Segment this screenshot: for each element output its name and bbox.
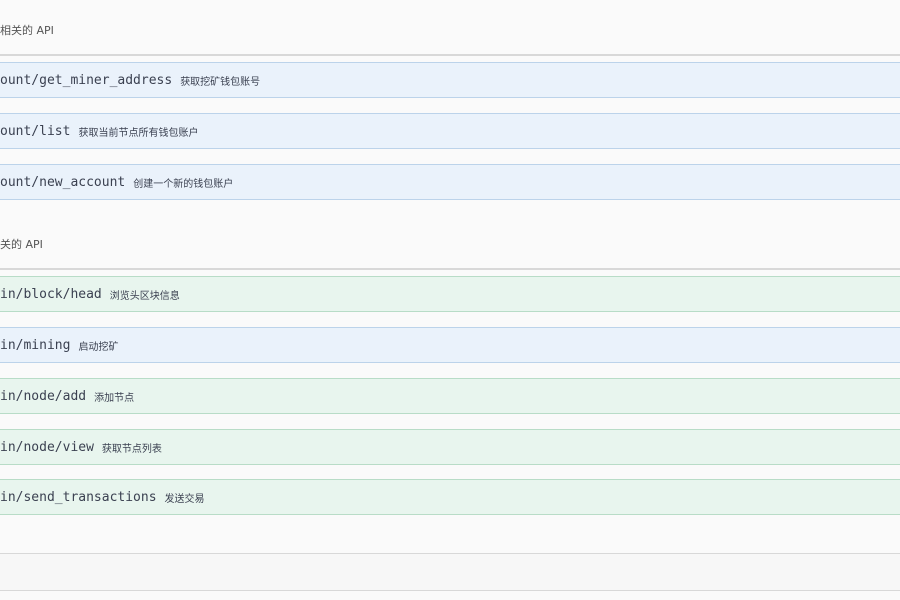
section-title-chain: 关的 API [0, 238, 43, 251]
endpoint-path: ount/list [0, 123, 71, 139]
endpoint-summary: 创建一个新的钱包账户 [133, 178, 234, 190]
endpoint-summary: 获取挖矿钱包账号 [180, 76, 261, 88]
endpoint-summary: 获取当前节点所有钱包账户 [78, 127, 199, 139]
endpoint-summary: 启动挖矿 [78, 341, 119, 353]
section-divider [0, 268, 900, 270]
endpoint-path: ount/get_miner_address [0, 72, 173, 88]
endpoint-node-add[interactable]: in/node/add 添加节点 [0, 378, 900, 414]
endpoint-mining[interactable]: in/mining 启动挖矿 [0, 327, 900, 363]
endpoint-get-miner-address[interactable]: ount/get_miner_address 获取挖矿钱包账号 [0, 62, 900, 98]
section-footer-panel [0, 553, 900, 591]
endpoint-path: in/node/add [0, 388, 87, 404]
endpoint-node-view[interactable]: in/node/view 获取节点列表 [0, 429, 900, 465]
section-title-account: 相关的 API [0, 24, 54, 37]
endpoint-path: in/node/view [0, 439, 94, 455]
endpoint-summary: 获取节点列表 [101, 443, 162, 455]
endpoint-path: ount/new_account [0, 174, 126, 190]
endpoint-new-account[interactable]: ount/new_account 创建一个新的钱包账户 [0, 164, 900, 200]
endpoint-send-transactions[interactable]: in/send_transactions 发送交易 [0, 479, 900, 515]
endpoint-summary: 添加节点 [94, 392, 135, 404]
endpoint-path: in/block/head [0, 286, 102, 302]
endpoint-block-head[interactable]: in/block/head 浏览头区块信息 [0, 276, 900, 312]
endpoint-account-list[interactable]: ount/list 获取当前节点所有钱包账户 [0, 113, 900, 149]
section-divider [0, 54, 900, 56]
endpoint-path: in/send_transactions [0, 489, 157, 505]
endpoint-path: in/mining [0, 337, 71, 353]
endpoint-summary: 浏览头区块信息 [109, 290, 180, 302]
endpoint-summary: 发送交易 [164, 493, 205, 505]
